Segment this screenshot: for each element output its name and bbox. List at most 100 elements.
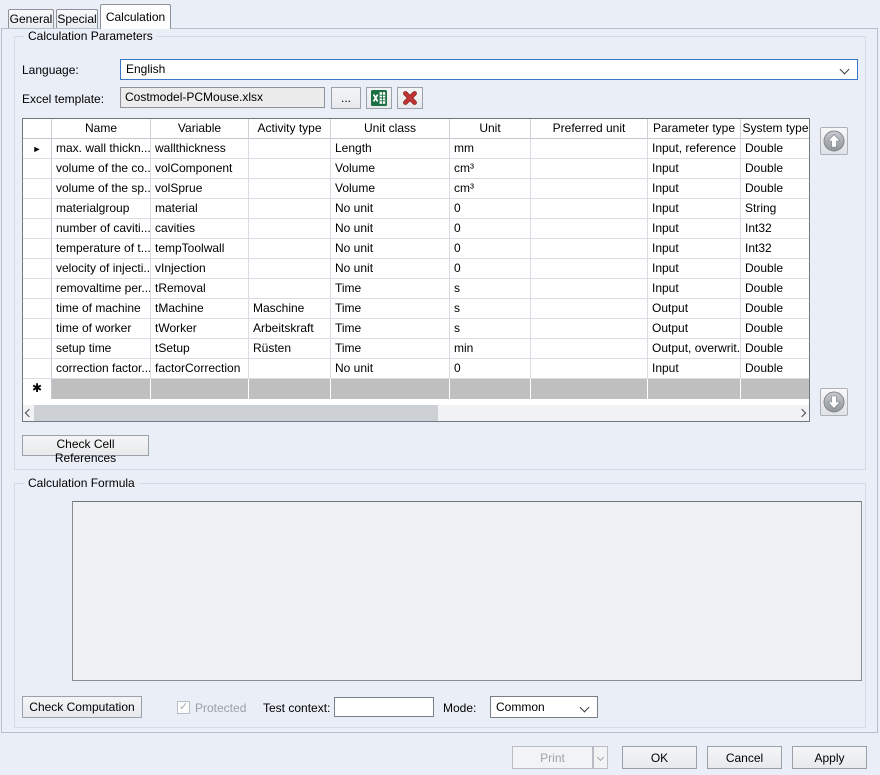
cell-parameter-type[interactable]: Output — [648, 299, 741, 319]
cell-activity-type[interactable] — [249, 199, 331, 219]
cell-activity-type[interactable]: Arbeitskraft — [249, 319, 331, 339]
cell-system-type[interactable]: String — [741, 199, 810, 219]
cell-system-type[interactable]: Double — [741, 279, 810, 299]
cell-activity-type[interactable] — [249, 259, 331, 279]
row-header-cell[interactable] — [23, 159, 52, 179]
cell-parameter-type[interactable]: Input — [648, 279, 741, 299]
new-row-cell-variable[interactable] — [151, 379, 249, 399]
cell-parameter-type[interactable]: Input — [648, 359, 741, 379]
cell-activity-type[interactable] — [249, 179, 331, 199]
cell-unit[interactable]: 0 — [450, 219, 531, 239]
cell-parameter-type[interactable]: Input — [648, 259, 741, 279]
cell-variable[interactable]: volComponent — [151, 159, 249, 179]
cell-preferred-unit[interactable] — [531, 319, 648, 339]
tab-general[interactable]: General — [8, 9, 54, 29]
cell-activity-type[interactable] — [249, 139, 331, 159]
cell-system-type[interactable]: Double — [741, 139, 810, 159]
cell-unit-class[interactable]: No unit — [331, 219, 450, 239]
cell-unit[interactable]: 0 — [450, 259, 531, 279]
column-header-variable[interactable]: Variable — [151, 119, 249, 139]
cell-system-type[interactable]: Double — [741, 359, 810, 379]
cell-unit[interactable]: s — [450, 279, 531, 299]
cell-system-type[interactable]: Double — [741, 259, 810, 279]
cell-unit-class[interactable]: Time — [331, 279, 450, 299]
row-header-cell[interactable] — [23, 199, 52, 219]
scroll-right-button[interactable] — [797, 405, 809, 421]
new-row-cell-name[interactable] — [52, 379, 151, 399]
cell-preferred-unit[interactable] — [531, 219, 648, 239]
protected-checkbox[interactable]: ✓ — [177, 701, 190, 714]
tab-special[interactable]: Special — [56, 9, 98, 29]
test-context-input[interactable] — [334, 697, 434, 717]
row-header-cell[interactable] — [23, 239, 52, 259]
cell-parameter-type[interactable]: Output — [648, 319, 741, 339]
cell-activity-type[interactable] — [249, 239, 331, 259]
tab-calculation[interactable]: Calculation — [100, 4, 171, 29]
cell-parameter-type[interactable]: Input — [648, 219, 741, 239]
cell-name[interactable]: removaltime per... — [52, 279, 151, 299]
row-header-cell[interactable] — [23, 359, 52, 379]
cancel-button[interactable]: Cancel — [707, 746, 782, 769]
cell-unit-class[interactable]: No unit — [331, 359, 450, 379]
cell-preferred-unit[interactable] — [531, 359, 648, 379]
delete-template-button[interactable] — [397, 87, 423, 109]
cell-variable[interactable]: tRemoval — [151, 279, 249, 299]
cell-unit[interactable]: s — [450, 299, 531, 319]
cell-preferred-unit[interactable] — [531, 239, 648, 259]
row-header-cell[interactable] — [23, 299, 52, 319]
cell-variable[interactable]: vInjection — [151, 259, 249, 279]
row-header-cell[interactable] — [23, 259, 52, 279]
move-row-up-button[interactable] — [820, 127, 848, 155]
cell-preferred-unit[interactable] — [531, 339, 648, 359]
cell-unit-class[interactable]: Time — [331, 299, 450, 319]
column-header-preferred-unit[interactable]: Preferred unit — [531, 119, 648, 139]
row-header-cell[interactable] — [23, 279, 52, 299]
cell-variable[interactable]: material — [151, 199, 249, 219]
column-header-name[interactable]: Name — [52, 119, 151, 139]
cell-name[interactable]: temperature of t... — [52, 239, 151, 259]
cell-variable[interactable]: tSetup — [151, 339, 249, 359]
cell-name[interactable]: materialgroup — [52, 199, 151, 219]
cell-unit[interactable]: mm — [450, 139, 531, 159]
check-computation-button[interactable]: Check Computation — [22, 696, 142, 718]
cell-unit[interactable]: 0 — [450, 359, 531, 379]
cell-activity-type[interactable] — [249, 359, 331, 379]
cell-unit-class[interactable]: Time — [331, 339, 450, 359]
cell-preferred-unit[interactable] — [531, 299, 648, 319]
excel-template-field[interactable]: Costmodel-PCMouse.xlsx — [120, 87, 325, 108]
cell-unit[interactable]: cm³ — [450, 179, 531, 199]
browse-button[interactable]: ... — [331, 87, 361, 109]
cell-activity-type[interactable] — [249, 279, 331, 299]
cell-name[interactable]: velocity of injecti... — [52, 259, 151, 279]
cell-preferred-unit[interactable] — [531, 259, 648, 279]
cell-unit-class[interactable]: Volume — [331, 159, 450, 179]
column-header-activity-type[interactable]: Activity type — [249, 119, 331, 139]
cell-variable[interactable]: factorCorrection — [151, 359, 249, 379]
column-header-parameter-type[interactable]: Parameter type — [648, 119, 741, 139]
cell-name[interactable]: setup time — [52, 339, 151, 359]
new-row-cell-parameter-type[interactable] — [648, 379, 741, 399]
new-row-cell-unit[interactable] — [450, 379, 531, 399]
cell-unit-class[interactable]: No unit — [331, 199, 450, 219]
cell-parameter-type[interactable]: Input — [648, 199, 741, 219]
column-header-system-type[interactable]: System type — [741, 119, 810, 139]
cell-preferred-unit[interactable] — [531, 279, 648, 299]
cell-name[interactable]: number of caviti... — [52, 219, 151, 239]
scrollbar-thumb[interactable] — [34, 405, 438, 421]
new-row-cell-preferred-unit[interactable] — [531, 379, 648, 399]
cell-system-type[interactable]: Int32 — [741, 219, 810, 239]
row-header-cell[interactable] — [23, 339, 52, 359]
cell-system-type[interactable]: Double — [741, 339, 810, 359]
cell-variable[interactable]: tWorker — [151, 319, 249, 339]
row-header-cell[interactable] — [23, 319, 52, 339]
cell-variable[interactable]: wallthickness — [151, 139, 249, 159]
row-header-cell[interactable] — [23, 219, 52, 239]
ok-button[interactable]: OK — [622, 746, 697, 769]
cell-activity-type[interactable]: Maschine — [249, 299, 331, 319]
column-header-unit[interactable]: Unit — [450, 119, 531, 139]
new-row-cell-system-type[interactable] — [741, 379, 810, 399]
cell-unit-class[interactable]: Time — [331, 319, 450, 339]
cell-preferred-unit[interactable] — [531, 139, 648, 159]
row-header-cell[interactable]: ► — [23, 139, 52, 159]
new-row-cell-unit-class[interactable] — [331, 379, 450, 399]
